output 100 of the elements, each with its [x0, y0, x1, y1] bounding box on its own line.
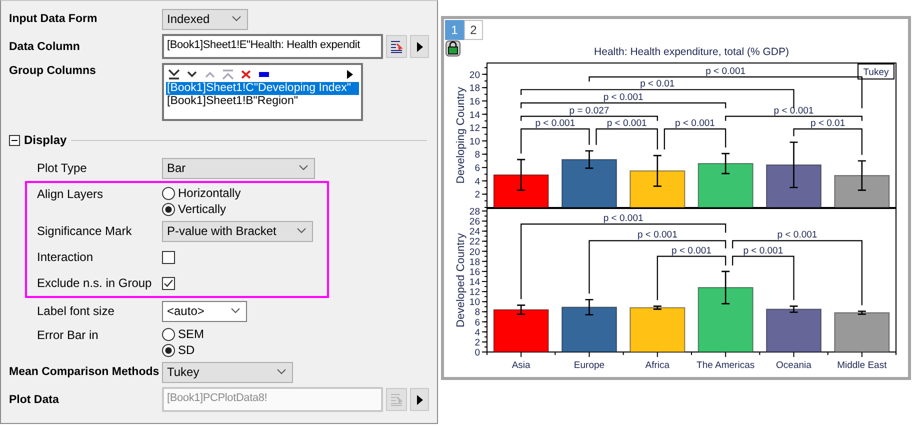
tick-label: 6	[474, 317, 480, 328]
tick-label: 14	[469, 110, 480, 121]
field-label: Input Data Form	[8, 13, 98, 25]
lock-icon[interactable]	[446, 40, 460, 56]
p-value-label: p < 0.001	[743, 245, 784, 256]
radio-button[interactable]	[162, 186, 175, 200]
p-value-label: p < 0.001	[675, 118, 715, 129]
caret-right-icon	[416, 42, 422, 52]
column-picker-button[interactable]	[386, 35, 407, 58]
significance-bracket	[664, 128, 726, 150]
list-box[interactable]: [Book1]Sheet1!C"Developing Index" [Book1]Sheet1!B"Region"	[162, 63, 363, 121]
chevron-down-icon	[277, 369, 286, 375]
option-label: Horizontally	[178, 186, 241, 200]
tick-label: 10	[469, 297, 480, 308]
chevron-down-icon	[231, 308, 240, 314]
checkbox[interactable]	[162, 276, 175, 290]
tick-label: 14	[469, 277, 480, 288]
list-item[interactable]: [Book1]Sheet1!C"Developing Index"	[166, 82, 359, 95]
tick-label: 16	[469, 266, 480, 278]
p-value-label: p < 0.01	[640, 78, 675, 90]
error-bar	[584, 298, 594, 316]
legend-text: Tukey	[863, 67, 889, 78]
field-label: Interaction	[36, 250, 94, 264]
p-value-label: p < 0.001	[672, 245, 712, 256]
tick-label: 2	[474, 190, 480, 201]
category-label: The Americas	[696, 360, 755, 371]
option-label: SEM	[178, 327, 204, 341]
field-label: Label font size	[36, 304, 116, 318]
legend-box	[858, 64, 894, 80]
error-bar	[720, 152, 730, 174]
tick-label: 10	[469, 136, 480, 148]
tick-label: 0	[474, 348, 480, 358]
tick-label: 26	[469, 216, 480, 228]
menu-button[interactable]	[410, 388, 429, 411]
chevron-down-icon	[297, 228, 306, 234]
tick-label: 12	[469, 287, 480, 298]
category-label: Europe	[574, 360, 605, 371]
input-field[interactable]: [Book1]Sheet1!E"Health: Health expendit	[162, 34, 383, 59]
column-list-icon	[390, 40, 403, 54]
p-value-label: p < 0.001	[606, 118, 647, 129]
chevron-down-icon[interactable]	[186, 69, 198, 80]
p-value-label: p < 0.001	[535, 118, 576, 129]
tick-label: 24	[469, 226, 480, 238]
chevron-down-icon	[232, 16, 241, 22]
rectangle-icon[interactable]	[258, 69, 270, 80]
field-label: Mean Comparison Methods	[8, 366, 160, 378]
radio-button[interactable]	[162, 328, 175, 340]
delete-icon[interactable]	[240, 69, 252, 80]
list-item[interactable]: [Book1]Sheet1!B"Region"	[166, 95, 359, 108]
significance-bracket	[520, 128, 590, 154]
tick-label: 22	[469, 236, 480, 248]
p-value-label: p < 0.01	[810, 118, 846, 129]
field-label: Align Layers	[36, 186, 104, 201]
tick-label: 12	[469, 123, 480, 134]
error-bar	[857, 160, 867, 191]
radio-button[interactable]	[162, 202, 175, 216]
section-title: Display	[24, 133, 67, 147]
tick-label: 18	[469, 83, 480, 94]
option-label: Vertically	[178, 202, 226, 216]
tick-label: 4	[474, 176, 480, 188]
field-label: Group Columns	[8, 64, 97, 77]
error-bar	[789, 306, 798, 313]
p-value-label: p < 0.001	[637, 230, 678, 241]
caret-right-icon	[416, 394, 422, 404]
radio-button[interactable]	[162, 344, 175, 356]
layer-tab[interactable]: 2	[464, 20, 483, 40]
dropdown[interactable]: Bar	[162, 158, 315, 178]
p-value-label: p = 0.027	[569, 105, 610, 116]
tick-label: 2	[474, 337, 480, 348]
field-label: Error Bar in	[36, 327, 100, 342]
tick-label: 8	[474, 150, 480, 161]
collapse-icon[interactable]	[9, 134, 20, 146]
tick-label: 4	[474, 327, 480, 338]
tick-label: 20	[469, 70, 480, 81]
column-list-icon	[390, 392, 403, 406]
menu-button[interactable]	[410, 35, 429, 58]
category-label: Asia	[512, 360, 530, 371]
error-bar	[516, 158, 526, 191]
checkbox[interactable]	[162, 250, 175, 264]
dropdown[interactable]: Indexed	[162, 8, 248, 30]
dropdown[interactable]: Tukey	[162, 362, 293, 382]
error-bar	[652, 154, 662, 187]
error-bar	[789, 142, 798, 188]
move-bottom-icon[interactable]	[168, 69, 180, 80]
category-label: Middle East	[837, 360, 887, 371]
dropdown[interactable]: P-value with Bracket	[162, 220, 313, 242]
tick-label: 20	[469, 246, 480, 258]
tick-label: 18	[469, 256, 480, 268]
p-value-label: p < 0.001	[774, 105, 814, 116]
field-label: Data Column	[8, 40, 81, 52]
p-value-label: p < 0.001	[706, 66, 746, 77]
dropdown[interactable]: <auto>	[162, 300, 247, 322]
error-bar	[652, 306, 662, 310]
error-bar	[720, 270, 730, 304]
chevron-down-icon	[299, 165, 308, 171]
category-label: Africa	[645, 360, 670, 371]
tick-label: 6	[474, 163, 480, 174]
error-bar	[584, 150, 594, 169]
error-bar	[516, 304, 526, 315]
significance-bracket	[596, 128, 658, 150]
